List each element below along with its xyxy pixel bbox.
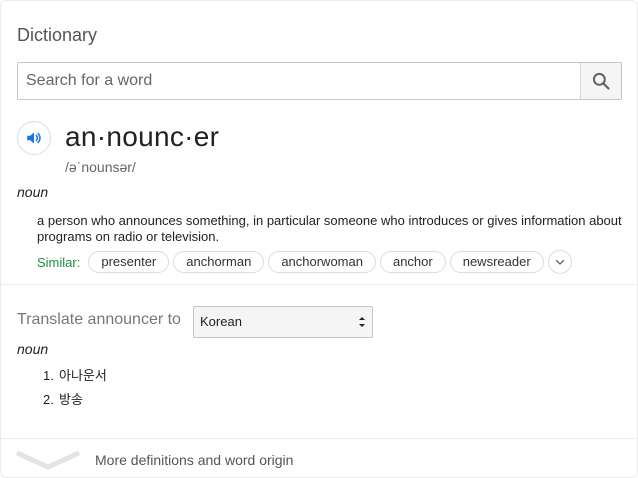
translation-text: 방송: [59, 392, 83, 407]
search-input[interactable]: [18, 63, 582, 99]
similar-chip-anchorwoman[interactable]: anchorwoman: [268, 251, 376, 273]
card-title: Dictionary: [17, 25, 98, 45]
pronunciation-button[interactable]: [17, 121, 51, 155]
section-divider: [1, 284, 638, 285]
chevron-down-icon: [555, 259, 564, 265]
list-item: 1. 아나운서: [43, 367, 107, 391]
definition: a person who announces something, in par…: [37, 213, 622, 244]
footer-divider: [1, 438, 638, 439]
dictionary-card: Dictionary an·nounc·er /əˈnounsər/ noun …: [0, 0, 638, 478]
similar-chip-anchorman[interactable]: anchorman: [173, 251, 265, 273]
language-select[interactable]: Korean: [193, 306, 373, 338]
search-box: [17, 62, 622, 100]
translation-number: 2.: [43, 392, 54, 407]
speaker-icon: [27, 132, 41, 144]
select-arrows-icon: [359, 317, 365, 327]
similar-row: Similar: presenter anchorman anchorwoman…: [37, 249, 572, 275]
similar-chip-anchor[interactable]: anchor: [379, 251, 446, 273]
more-definitions-label: More definitions and word origin: [95, 452, 294, 468]
part-of-speech: noun: [17, 184, 49, 200]
phonetic: /əˈnounsər/: [65, 159, 136, 175]
similar-chip-newsreader[interactable]: newsreader: [449, 251, 544, 273]
headword: an·nounc·er: [65, 121, 220, 152]
translation-text: 아나운서: [59, 368, 107, 383]
expand-similar-button[interactable]: [547, 250, 572, 274]
search-icon: [592, 72, 610, 90]
list-item: 2. 방송: [43, 391, 107, 415]
language-select-value: Korean: [200, 314, 242, 329]
similar-chip-presenter[interactable]: presenter: [88, 251, 170, 273]
search-button[interactable]: [580, 63, 621, 99]
similar-label: Similar:: [37, 254, 81, 270]
more-definitions-button[interactable]: More definitions and word origin: [15, 447, 293, 473]
translation-list: 1. 아나운서 2. 방송: [43, 367, 107, 415]
chevron-down-icon: [15, 450, 81, 470]
translation-part-of-speech: noun: [17, 341, 49, 357]
translate-label: Translate announcer to: [17, 311, 181, 328]
translation-number: 1.: [43, 368, 54, 383]
